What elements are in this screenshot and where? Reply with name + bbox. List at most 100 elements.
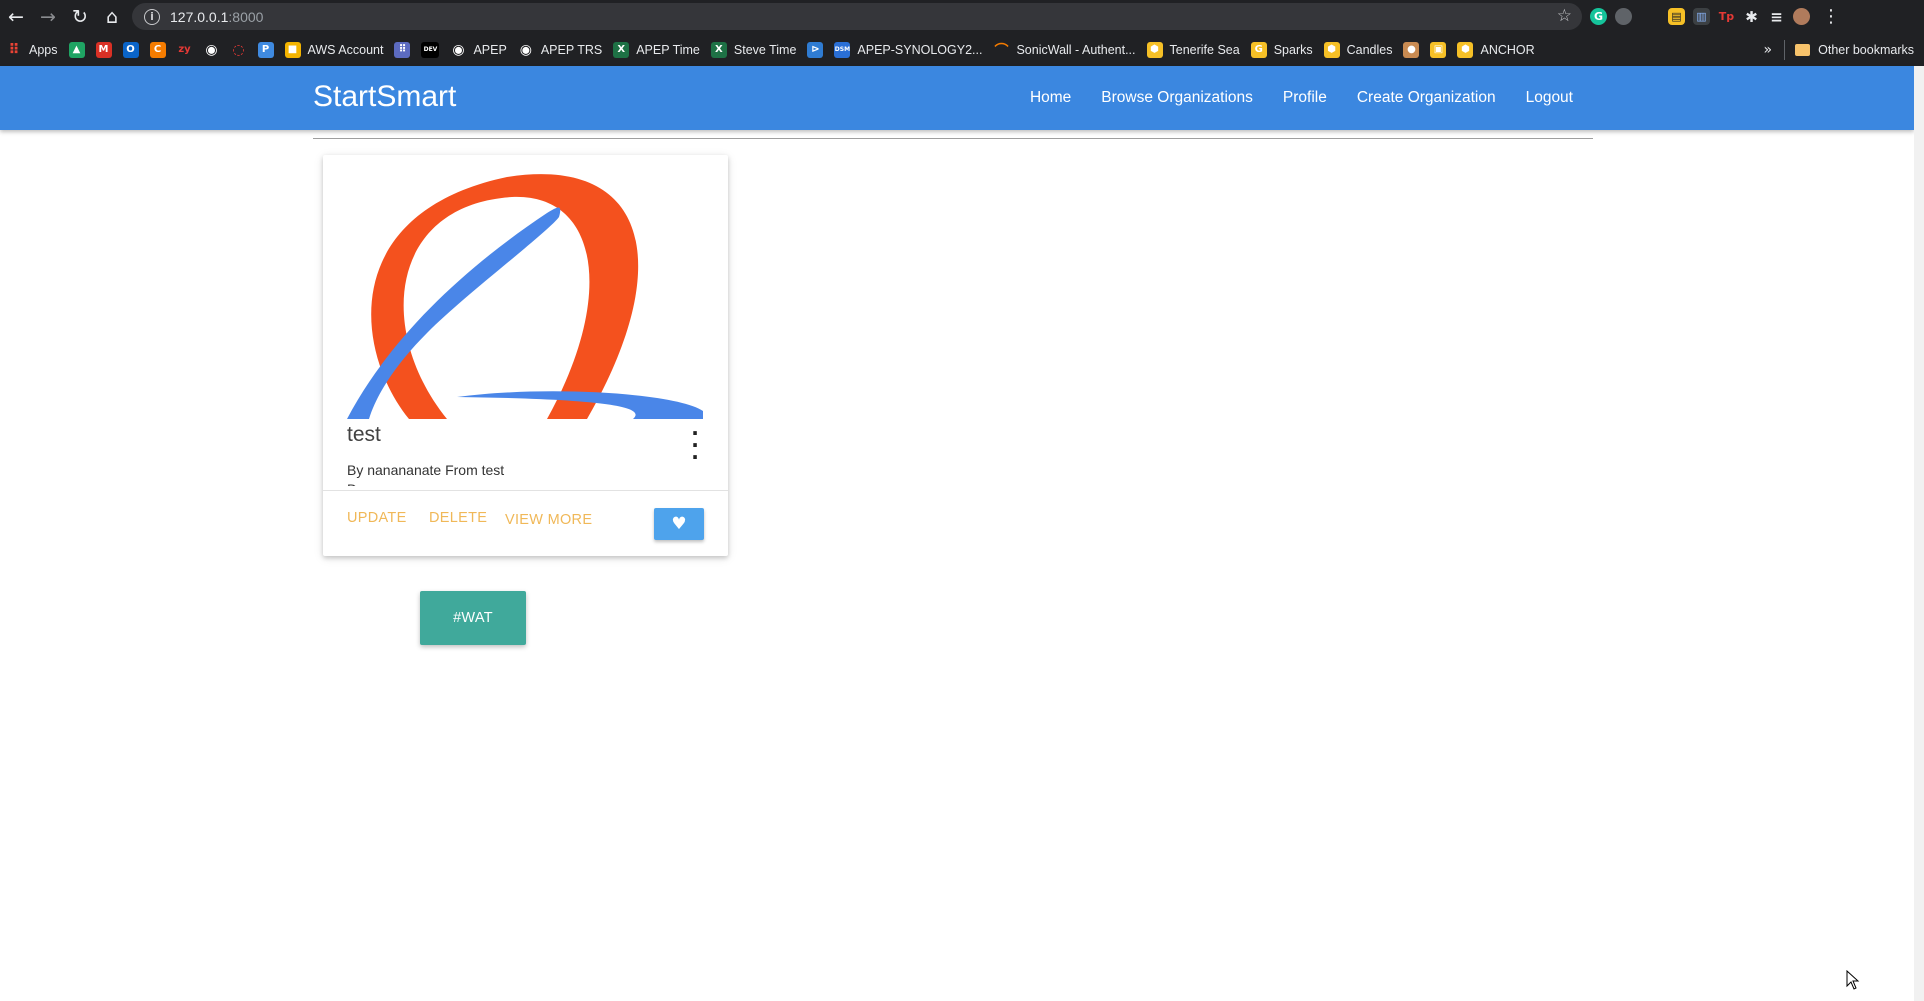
shield-icon: ⬢ [1323,41,1340,58]
nav-link-browse-organizations[interactable]: Browse Organizations [1101,89,1253,107]
chevron-right-double-icon[interactable]: » [1764,42,1773,58]
globe-icon: ◉ [519,41,532,58]
bookmark-item[interactable]: ▲ [68,41,85,58]
bookmarks-bar: ⠿ Apps ▲ M O Czy ◉ ◌ P ■ AWS Account ⠿ DEV ◉ APEP ◉ APEP… [0,33,1924,66]
bookmark-label: APEP-SYNOLOGY2... [857,42,983,57]
bookmark-item[interactable]: ⊳ [807,41,824,58]
circle-extension-icon[interactable] [1615,8,1632,25]
bookmark-item[interactable]: ⬢ ANCHOR [1457,41,1535,58]
card-subtitle: By nanananate From test [347,462,505,478]
bookmark-item[interactable]: DEV [421,41,440,58]
top-navbar: StartSmart Home Browse Organizations Pro… [0,66,1914,130]
ring-icon: ◌ [232,41,245,58]
logo-orange-loop [371,174,639,419]
heart-icon: ♥ [671,514,687,534]
bookmark-item[interactable]: ▣ [1430,41,1447,58]
bookmark-item[interactable]: ⠿ [394,41,411,58]
page-divider [313,138,1593,139]
bookmark-label: Steve Time [733,42,797,57]
bookmark-label: APEP [473,42,507,57]
bookmark-label: Tenerife Sea [1169,42,1240,57]
organization-card: test ··· By nanananate From test D UPDAT… [323,155,728,556]
site-info-icon[interactable]: i [144,8,160,25]
bookmark-item[interactable]: X APEP Time [613,41,700,58]
bookmark-label: APEP TRS [540,42,603,57]
update-button[interactable]: UPDATE [347,510,407,526]
reload-icon[interactable]: ↻ [64,0,96,33]
forward-arrow-icon[interactable]: → [32,0,64,33]
delete-button[interactable]: DELETE [429,510,487,526]
globe-icon: ◉ [205,41,218,58]
bookmark-label: AWS Account [307,42,384,57]
bookmark-item[interactable]: G Sparks [1250,41,1313,58]
page-viewport: StartSmart Home Browse Organizations Pro… [0,66,1914,1001]
browser-menu-icon[interactable]: ⋮ [1822,6,1840,27]
view-more-button[interactable]: VIEW MORE [505,512,592,528]
bookmark-item[interactable]: DSM APEP-SYNOLOGY2... [834,41,983,58]
bookmark-item[interactable]: M [95,41,112,58]
address-bar[interactable]: i 127.0.0.1:8000 ☆ [132,3,1582,30]
grammarly-extension-icon[interactable]: G [1590,8,1607,25]
bookmark-item[interactable]: ◉ APEP [450,42,506,58]
browser-toolbar: ← → ↻ ⌂ i 127.0.0.1:8000 ☆ G ▤ ▥ Tp ✱ ≡ … [0,0,1924,33]
cube-icon: ■ [284,41,301,58]
puzzle-extensions-icon[interactable]: ✱ [1743,8,1760,26]
tab-counter-extension-icon[interactable]: ▥ [1693,8,1710,25]
reading-list-icon[interactable]: ≡ [1768,8,1785,26]
bookmark-item[interactable]: ⌒ SonicWall - Authent... [993,42,1136,59]
bookmark-star-icon[interactable]: ☆ [1557,6,1572,26]
bookmark-label: ANCHOR [1480,42,1535,57]
bookmark-item[interactable]: ◉ APEP TRS [518,42,602,58]
extensions-area: G ▤ ▥ Tp ✱ ≡ ⋮ [1590,0,1840,33]
more-vert-icon[interactable]: · · · [691,423,699,467]
bookmark-label: Apps [29,42,58,57]
page-scrollbar[interactable] [1914,66,1924,1001]
home-icon[interactable]: ⌂ [96,0,128,33]
shield-icon: ⬢ [1146,41,1163,58]
sonicwall-icon: ⌒ [994,42,1009,59]
bookmark-item[interactable]: O [122,41,139,58]
bookmark-item[interactable]: ⠿ Apps [6,42,58,58]
bookmark-item[interactable]: X Steve Time [710,41,797,58]
nav-link-logout[interactable]: Logout [1526,89,1573,107]
bookmark-label: SonicWall - Authent... [1016,42,1136,57]
back-arrow-icon[interactable]: ← [0,0,32,33]
profile-avatar-icon[interactable] [1793,8,1810,25]
bookmark-item[interactable]: ⬢ Tenerife Sea [1146,41,1240,58]
url-port: :8000 [228,8,264,25]
bookmark-item[interactable]: P [257,41,274,58]
nav-link-home[interactable]: Home [1030,89,1071,107]
other-bookmarks-link[interactable]: Other bookmarks [1818,43,1914,57]
grid-icon: ⠿ [394,41,411,58]
bookmarks-separator [1784,39,1786,60]
url-host: 127.0.0.1 [170,8,229,25]
bookmark-item[interactable]: ■ AWS Account [284,41,384,58]
bookmark-item[interactable]: ◉ [204,42,220,58]
mouse-cursor-icon [1846,970,1860,990]
dev-icon: DEV [421,41,440,58]
bookmark-item[interactable]: C [149,41,166,58]
bookmark-label: APEP Time [636,42,700,57]
g-icon: G [1250,41,1267,58]
bookmark-item[interactable]: zy [177,42,193,58]
card-title: test [347,423,381,446]
brand-logo[interactable]: StartSmart [313,80,456,114]
card-description-clipped: D [347,481,357,486]
nav-links: Home Browse Organizations Profile Create… [1000,66,1573,130]
tag-button[interactable]: #WAT [420,591,526,645]
gmail-icon: M [95,41,112,58]
like-button[interactable]: ♥ [654,508,704,540]
p-icon: P [257,41,274,58]
notes-extension-icon[interactable]: ▤ [1668,8,1685,25]
bookmark-item[interactable]: ⬢ Candles [1323,41,1393,58]
bookmark-label: Candles [1346,42,1393,57]
bookmark-item[interactable]: ◌ [231,42,247,58]
excel-icon: X [710,41,727,58]
nav-link-create-organization[interactable]: Create Organization [1357,89,1496,107]
nav-link-profile[interactable]: Profile [1283,89,1327,107]
bookmark-item[interactable]: ● [1403,41,1420,58]
dsm-icon: DSM [834,41,851,58]
tp-extension-icon[interactable]: Tp [1718,8,1735,25]
box-icon: ▣ [1430,41,1447,58]
excel-icon: X [613,41,630,58]
